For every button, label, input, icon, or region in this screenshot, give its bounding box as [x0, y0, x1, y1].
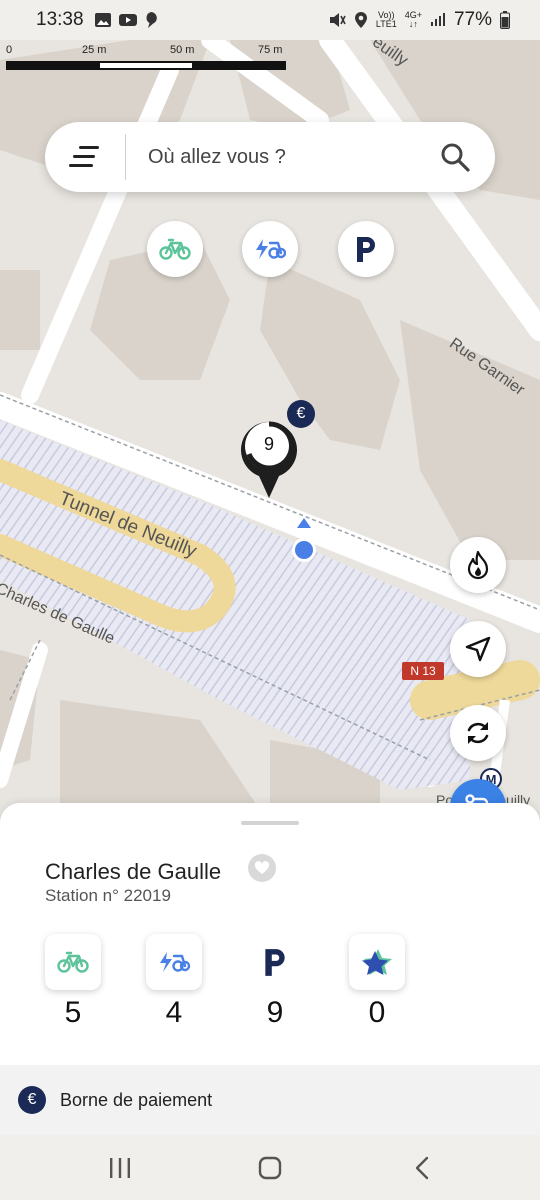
search-input[interactable]: Où allez vous ?: [126, 146, 415, 169]
stat-parking: 9: [247, 934, 303, 1030]
menu-button[interactable]: [45, 122, 125, 192]
station-marker[interactable]: 9: [239, 414, 299, 505]
stat-bikes-value: 5: [64, 996, 82, 1029]
location-icon: [354, 12, 367, 28]
search-icon: [441, 143, 470, 172]
status-bar: 13:38 Vo)) LTE1 4G+ ↓↑ 77%: [0, 0, 540, 40]
sheet-drag-handle[interactable]: [241, 821, 299, 825]
volte-indicator: Vo)) LTE1: [376, 11, 397, 29]
stat-ebikes-box: [146, 934, 202, 990]
stat-ebikes-value: 4: [165, 996, 183, 1029]
volte-bottom: LTE1: [375, 19, 397, 29]
recent-apps-icon: [110, 1157, 130, 1178]
net-type-label: 4G+: [404, 10, 422, 20]
favorite-button[interactable]: [248, 854, 276, 882]
star-icon: [362, 949, 392, 975]
station-name: Charles de Gaulle: [45, 859, 222, 884]
fire-icon: [467, 550, 489, 580]
chat-icon: [146, 12, 157, 28]
ebike-icon: [160, 952, 191, 972]
locate-arrow-icon: [465, 636, 491, 662]
stat-bikes-box: [45, 934, 101, 990]
payment-terminal-row: € Borne de paiement: [0, 1065, 540, 1135]
marker-euro-badge: €: [287, 400, 315, 428]
scale-label-25: 25 m: [82, 44, 107, 56]
status-right: Vo)) LTE1 4G+ ↓↑ 77%: [328, 9, 510, 31]
parking-icon: [265, 949, 285, 976]
youtube-icon: [118, 14, 137, 26]
gallery-icon: [94, 13, 111, 27]
mute-icon: [329, 13, 346, 27]
search-button[interactable]: [415, 122, 495, 192]
stat-favorites-value: 0: [368, 996, 386, 1029]
signal-icon: [430, 13, 445, 26]
marker-pin-icon: [241, 421, 297, 498]
stat-favorites-box: [349, 934, 405, 990]
stat-parking-box: [247, 934, 303, 990]
filter-ebike-button[interactable]: [242, 221, 298, 277]
home-icon: [258, 1156, 282, 1179]
euro-icon: €: [18, 1086, 46, 1114]
map-scale-bar: 0 25 m 50 m 75 m: [6, 44, 288, 74]
locate-button[interactable]: [450, 621, 506, 677]
clock: 13:38: [36, 9, 84, 30]
home-button[interactable]: [230, 1135, 310, 1200]
stat-bikes: 5: [45, 934, 101, 1030]
net-type-indicator: 4G+ ↓↑: [404, 10, 422, 29]
station-number: Station n° 22019: [45, 886, 171, 905]
notification-icons: [94, 11, 158, 29]
recent-apps-button[interactable]: [80, 1135, 160, 1200]
station-sheet[interactable]: Charles de Gaulle Station n° 22019 5 4 9…: [0, 803, 540, 1065]
user-location-icon: [292, 518, 316, 562]
road-sign-n13: N 13: [402, 662, 444, 680]
scale-bar-graphic: [6, 61, 286, 70]
refresh-button[interactable]: [450, 705, 506, 761]
scale-label-75: 75 m: [258, 44, 283, 56]
back-icon: [415, 1156, 429, 1179]
battery-icon: [500, 11, 510, 29]
filter-bike-button[interactable]: [147, 221, 203, 277]
battery-percent: 77%: [453, 9, 492, 30]
menu-icon: [69, 146, 99, 167]
bike-icon: [159, 238, 191, 260]
ebike-icon: [256, 239, 286, 259]
marker-count: 9: [263, 434, 274, 454]
stat-ebikes: 4: [146, 934, 202, 1030]
scale-label-0: 0: [6, 44, 13, 56]
search-bar[interactable]: Où allez vous ?: [45, 122, 495, 192]
parking-icon: [357, 237, 375, 262]
system-navigation-bar: [0, 1135, 540, 1200]
stat-parking-value: 9: [266, 996, 284, 1029]
fire-button[interactable]: [450, 537, 506, 593]
filter-parking-button[interactable]: [338, 221, 394, 277]
bike-icon: [57, 951, 89, 973]
refresh-icon: [467, 722, 489, 744]
scale-label-50: 50 m: [170, 44, 195, 56]
payment-label: Borne de paiement: [60, 1089, 213, 1110]
back-button[interactable]: [382, 1135, 462, 1200]
heart-icon: [254, 861, 270, 874]
stat-favorites: 0: [349, 934, 405, 1030]
